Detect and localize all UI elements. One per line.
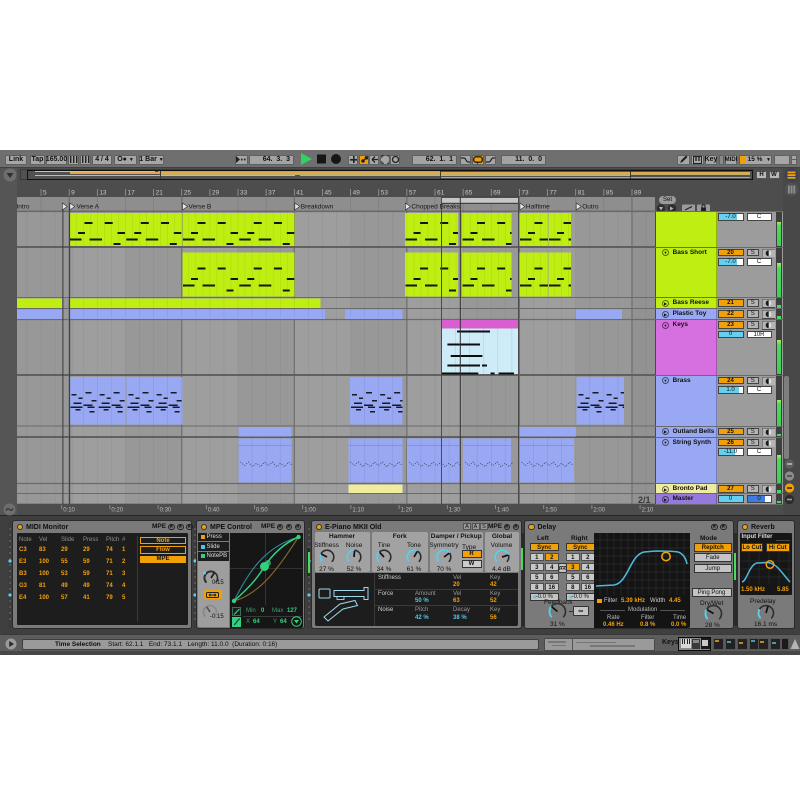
svg-text:0:20: 0:20 [111,508,123,514]
svg-text:Halftime: Halftime [526,204,550,211]
svg-text:49: 49 [353,190,361,197]
svg-text:61: 61 [437,190,445,197]
svg-text:37: 37 [268,190,276,197]
svg-text:1:00: 1:00 [304,508,316,514]
svg-text:65: 65 [465,190,473,197]
svg-text:29: 29 [212,190,220,197]
svg-text:73: 73 [521,190,529,197]
svg-text:89: 89 [634,190,642,197]
svg-text:17: 17 [127,190,135,197]
svg-text:5: 5 [43,190,47,197]
svg-text:1:10: 1:10 [352,508,364,514]
svg-text:13: 13 [99,190,107,197]
svg-text:Breakdown: Breakdown [301,204,334,211]
svg-text:1:20: 1:20 [401,508,413,514]
svg-text:81: 81 [578,190,586,197]
svg-text:Intro: Intro [17,204,30,211]
svg-text:2:00: 2:00 [593,508,605,514]
svg-text:0:30: 0:30 [160,508,172,514]
svg-text:25: 25 [184,190,192,197]
svg-text:21: 21 [156,190,164,197]
svg-text:45: 45 [324,190,332,197]
svg-text:33: 33 [240,190,248,197]
svg-text:0:50: 0:50 [256,508,268,514]
svg-text:1:50: 1:50 [545,508,557,514]
svg-text:53: 53 [381,190,389,197]
svg-text:2/1: 2/1 [638,495,651,505]
svg-text:69: 69 [493,190,501,197]
svg-text:57: 57 [409,190,417,197]
svg-text:2:10: 2:10 [642,508,654,514]
svg-text:Chopped Breaks: Chopped Breaks [411,204,460,211]
svg-text:0:10: 0:10 [63,508,75,514]
svg-text:Verse B: Verse B [189,204,212,211]
svg-text:41: 41 [296,190,304,197]
svg-text:1:30: 1:30 [449,508,461,514]
svg-text:1:40: 1:40 [497,508,509,514]
svg-text:85: 85 [606,190,614,197]
svg-text:0:40: 0:40 [208,508,220,514]
svg-text:77: 77 [550,190,558,197]
svg-text:9: 9 [71,190,75,197]
svg-text:Outro: Outro [582,204,599,211]
svg-text:Verse A: Verse A [77,204,100,211]
